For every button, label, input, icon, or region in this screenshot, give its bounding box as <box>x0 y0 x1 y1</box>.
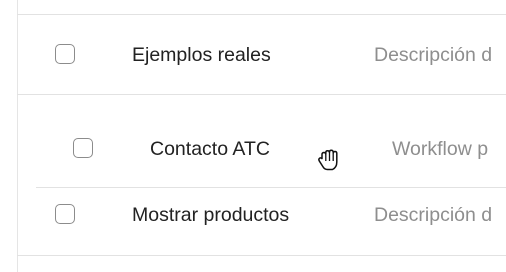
row-select-checkbox[interactable] <box>55 44 75 64</box>
list-left-border <box>17 0 18 272</box>
grab-hand-icon <box>318 149 338 171</box>
row-description: Descripción d <box>374 204 493 226</box>
row-select-checkbox[interactable] <box>55 204 75 224</box>
row-title: Ejemplos reales <box>132 44 271 66</box>
row-divider <box>17 94 506 95</box>
row-divider <box>17 14 506 15</box>
workflow-list: Ejemplos reales Descripción d Contacto A… <box>0 0 506 272</box>
row-title: Contacto ATC <box>150 138 270 160</box>
row-title: Mostrar productos <box>132 204 290 226</box>
row-description: Workflow p <box>392 138 489 160</box>
row-description: Descripción d <box>374 44 493 66</box>
row-select-checkbox[interactable] <box>73 138 93 158</box>
row-divider <box>36 187 506 188</box>
row-divider <box>17 255 506 256</box>
